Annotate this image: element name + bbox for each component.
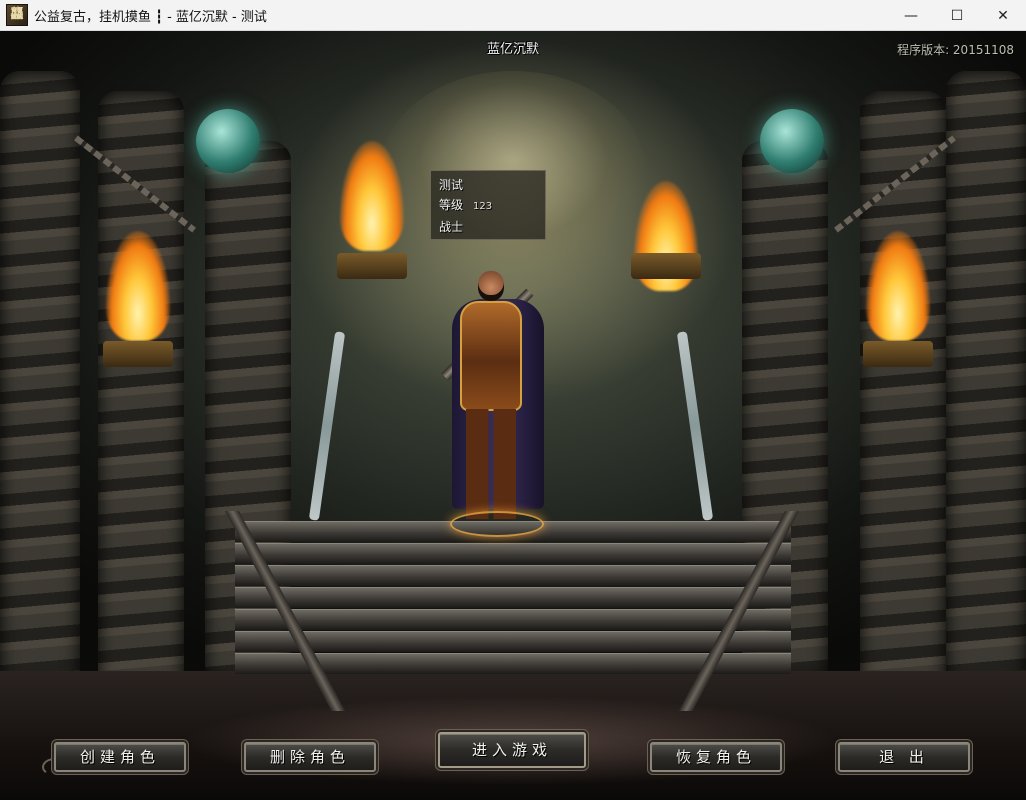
stair-step [235,587,791,608]
character-level-value: 123 [473,201,493,212]
character-level-label: 等级 [439,198,464,212]
window-controls: — ☐ ✕ [888,0,1026,31]
character-level-row: 等级 123 [439,195,537,217]
window-title: 公益复古，挂机摸鱼 ┇ - 蓝亿沉默 - 测试 [34,9,267,25]
stair-step [235,609,791,630]
left-inner-brazier [337,253,407,279]
minimize-button[interactable]: — [888,0,934,31]
window-titlebar[interactable]: 龘 公益复古，挂机摸鱼 ┇ - 蓝亿沉默 - 测试 — ☐ ✕ [0,0,1026,31]
character-armor [460,301,522,411]
right-inner-brazier [631,253,701,279]
right-jade-orb [760,109,824,173]
right-outer-brazier [863,341,933,367]
restore-character-button[interactable]: 恢复角色 [650,742,782,772]
stair-step [235,543,791,564]
character-legs [466,409,516,519]
character-select-scene: 蓝亿沉默 程序版本: 20151108 测试 等级 123 战士 创建角色 删除角… [0,31,1026,800]
create-character-button[interactable]: 创建角色 [54,742,186,772]
right-outer-pillar [946,71,1026,711]
stair-step [235,631,791,652]
character-info-panel: 测试 等级 123 战士 [430,170,546,240]
close-button[interactable]: ✕ [980,0,1026,31]
server-name: 蓝亿沉默 [486,42,539,57]
left-torch-pillar [98,91,184,691]
left-outer-brazier [103,341,173,367]
version-label: 程序版本: 20151108 [897,43,1014,57]
character-head [478,271,504,301]
delete-character-button[interactable]: 删除角色 [244,742,376,772]
stair-step [235,565,791,586]
right-waterfall [676,331,714,521]
left-jade-orb [196,109,260,173]
character-class: 战士 [439,220,464,234]
enter-game-button[interactable]: 进入游戏 [438,732,586,768]
selection-ring [450,511,544,537]
exit-button[interactable]: 退 出 [838,742,970,772]
left-outer-pillar [0,71,80,711]
maximize-button[interactable]: ☐ [934,0,980,31]
left-waterfall [308,331,346,521]
character-name: 测试 [439,178,464,192]
selected-character[interactable] [430,271,550,541]
game-logo-icon: 龘 [6,4,28,26]
